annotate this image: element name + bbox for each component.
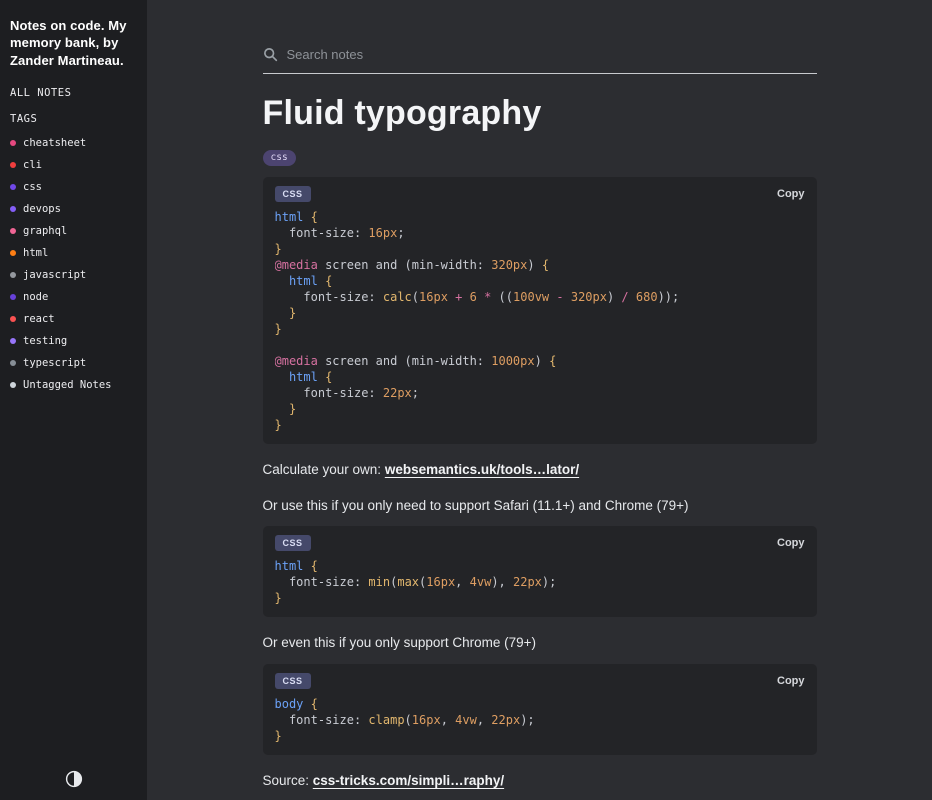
sidebar-tag-graphql[interactable]: graphql	[10, 225, 137, 237]
note-title: Fluid typography	[262, 94, 542, 132]
tag-color-dot	[10, 183, 16, 190]
tag-color-dot	[10, 359, 16, 366]
tag-label: node	[23, 290, 49, 303]
link-websemantics[interactable]: websemantics.uk/tools…lator/	[385, 462, 579, 477]
code-block-clamp: CSS Copy body { font-size: clamp(16px, 4…	[262, 663, 817, 755]
tag-color-dot	[10, 381, 16, 388]
note-paragraph: Or even this if you only support Chrome …	[262, 635, 537, 651]
tag-label: javascript	[23, 268, 87, 281]
tag-color-dot	[10, 161, 16, 168]
main-area: Fluid typography css CSS Copy html { fon…	[147, 0, 932, 800]
tag-color-dot	[10, 315, 16, 322]
code-language-badge: CSS	[274, 672, 311, 689]
tag-color-dot	[10, 293, 16, 300]
contrast-icon	[65, 770, 82, 788]
site-title: Notes on code. My memory bank, by Zander…	[10, 18, 127, 68]
theme-toggle-button[interactable]	[65, 770, 83, 788]
tag-label: css	[23, 180, 42, 193]
note-paragraph: Source: css-tricks.com/simpli…raphy/	[263, 771, 817, 791]
tag-color-dot	[10, 205, 16, 212]
note-paragraph: Calculate your own: websemantics.uk/tool…	[263, 460, 817, 480]
sidebar: Notes on code. My memory bank, by Zander…	[0, 0, 147, 800]
tag-color-dot	[10, 139, 16, 146]
code-content: html { font-size: min(max(16px, 4vw), 22…	[274, 559, 557, 606]
tag-label: testing	[23, 334, 68, 347]
tag-color-dot	[10, 271, 16, 278]
code-block-fluid-media-queries: CSS Copy html { font-size: 16px; } @medi…	[262, 177, 817, 444]
paragraph-text: Calculate your own:	[262, 462, 385, 477]
sidebar-tag-devops[interactable]: devops	[10, 203, 137, 215]
search-bar	[262, 47, 817, 74]
tag-color-dot	[10, 249, 16, 256]
code-language-badge: CSS	[274, 186, 311, 202]
search-input[interactable]	[286, 47, 817, 62]
code-content: html { font-size: 16px; } @media screen …	[274, 210, 680, 432]
sidebar-tag-cheatsheet[interactable]: cheatsheet	[10, 137, 137, 149]
copy-button[interactable]: Copy	[777, 537, 805, 549]
sidebar-tag-html[interactable]: html	[10, 247, 137, 259]
copy-button[interactable]: Copy	[777, 675, 805, 687]
sidebar-tag-typescript[interactable]: typescript	[10, 357, 137, 369]
tag-label: html	[23, 246, 49, 259]
link-css-tricks[interactable]: css-tricks.com/simpli…raphy/	[313, 773, 504, 788]
tag-label: react	[23, 312, 55, 325]
code-content: body { font-size: clamp(16px, 4vw, 22px)…	[274, 696, 535, 743]
note-tag-pill-css[interactable]: css	[262, 150, 296, 166]
code-block-min-max: CSS Copy html { font-size: min(max(16px,…	[262, 526, 817, 618]
tags-heading: TAGS	[10, 112, 38, 125]
tag-label: graphql	[23, 224, 68, 237]
sidebar-tag-cli[interactable]: cli	[10, 159, 137, 171]
tag-list: cheatsheet cli css devops graphql html javascr…	[10, 137, 137, 391]
tag-color-dot	[10, 337, 16, 344]
tag-label: devops	[23, 202, 61, 215]
tag-label: Untagged Notes	[23, 378, 112, 391]
sidebar-item-all-notes[interactable]: ALL NOTES	[10, 87, 137, 99]
code-language-badge: CSS	[274, 535, 311, 552]
sidebar-tag-react[interactable]: react	[10, 313, 137, 325]
sidebar-tag-javascript[interactable]: javascript	[10, 269, 137, 281]
tag-label: typescript	[23, 356, 87, 369]
tag-label: cli	[23, 158, 42, 171]
sidebar-tag-testing[interactable]: testing	[10, 335, 137, 347]
sidebar-tag-node[interactable]: node	[10, 291, 137, 303]
sidebar-tag-untagged-notes[interactable]: Untagged Notes	[10, 379, 137, 391]
search-icon	[263, 48, 277, 62]
tag-color-dot	[10, 227, 16, 234]
paragraph-text: Source:	[262, 772, 313, 788]
note-paragraph: Or use this if you only need to support …	[262, 497, 689, 513]
tag-label: cheatsheet	[23, 136, 87, 149]
sidebar-tag-css[interactable]: css	[10, 181, 137, 193]
copy-button[interactable]: Copy	[777, 188, 805, 200]
